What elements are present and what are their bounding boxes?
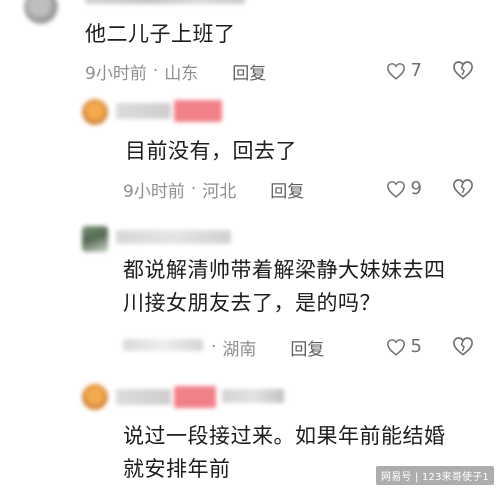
username[interactable] bbox=[116, 103, 171, 119]
heart-outline-icon bbox=[386, 62, 405, 80]
watermark: 网易号 | 123来哥使子1 bbox=[376, 466, 494, 485]
separator: · bbox=[190, 179, 197, 199]
broken-heart-icon[interactable] bbox=[452, 60, 474, 80]
username[interactable] bbox=[116, 230, 231, 244]
comment-location: 山东 bbox=[164, 63, 199, 84]
reply-button[interactable]: 回复 bbox=[270, 177, 304, 202]
user-badge bbox=[174, 100, 222, 122]
comment-meta: 9小时前 · 河北 回复 bbox=[123, 176, 304, 202]
heart-outline-icon bbox=[386, 180, 405, 198]
username[interactable] bbox=[116, 389, 171, 405]
comment-location: 湖南 bbox=[222, 339, 257, 360]
avatar[interactable] bbox=[24, 0, 58, 24]
comment-text: 目前没有，回去了 bbox=[125, 135, 482, 168]
separator: · bbox=[211, 337, 217, 357]
comment-text: 他二儿子上班了 bbox=[85, 18, 482, 51]
broken-heart-icon[interactable] bbox=[452, 178, 474, 198]
comment-text-line: 他二儿子上班了 bbox=[85, 22, 236, 46]
comment-meta: · 湖南 回复 bbox=[205, 334, 324, 360]
reply-button[interactable]: 回复 bbox=[232, 59, 266, 84]
avatar[interactable] bbox=[82, 226, 108, 252]
comment-time bbox=[123, 339, 203, 351]
comment-location: 河北 bbox=[202, 181, 237, 202]
avatar[interactable] bbox=[82, 384, 108, 410]
comment-text-line: 目前没有，回去了 bbox=[125, 139, 297, 163]
comment-text-line: 川接女朋友去了，是的吗？ bbox=[123, 291, 381, 315]
comment-meta: 9小时前 · 山东 回复 bbox=[85, 58, 266, 84]
like-button[interactable]: 7 bbox=[386, 60, 422, 81]
like-count: 9 bbox=[410, 178, 422, 199]
like-count: 7 bbox=[410, 60, 422, 81]
comment-text-line: 说过一段接过来。如果年前能结婚 bbox=[123, 424, 446, 448]
separator: · bbox=[152, 61, 159, 81]
comment-time: 9小时前 bbox=[123, 181, 185, 202]
username-suffix bbox=[222, 389, 284, 403]
like-button[interactable]: 5 bbox=[386, 336, 422, 357]
reply-button[interactable]: 回复 bbox=[290, 335, 324, 360]
username[interactable] bbox=[85, 0, 245, 4]
like-button[interactable]: 9 bbox=[386, 178, 422, 199]
comment-text-line: 都说解清帅带着解梁静大妹妹去四 bbox=[123, 258, 446, 282]
comment-time: 9小时前 bbox=[85, 63, 147, 84]
broken-heart-icon[interactable] bbox=[452, 336, 474, 356]
comment-text: 都说解清帅带着解梁静大妹妹去四 川接女朋友去了，是的吗？ bbox=[123, 254, 482, 320]
like-count: 5 bbox=[410, 336, 422, 357]
avatar[interactable] bbox=[82, 99, 108, 125]
heart-outline-icon bbox=[386, 338, 405, 356]
user-badge bbox=[174, 386, 216, 408]
